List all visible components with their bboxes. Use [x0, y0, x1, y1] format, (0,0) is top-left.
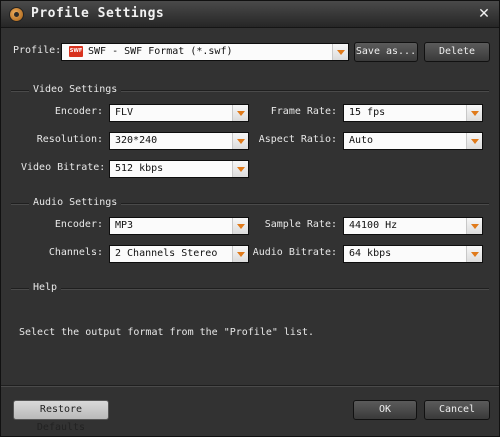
- audio-encoder-select[interactable]: MP3: [109, 217, 249, 235]
- frame-rate-select[interactable]: 15 fps: [343, 104, 483, 122]
- resolution-label: Resolution:: [36, 134, 103, 145]
- resolution-value: 320*240: [115, 135, 158, 146]
- footer-divider: [1, 385, 499, 387]
- aspect-ratio-value: Auto: [349, 135, 374, 146]
- profile-select-value: SWF - SWF Format (*.swf): [88, 46, 233, 57]
- video-settings-title: Video Settings: [29, 84, 122, 95]
- audio-encoder-value: MP3: [115, 220, 134, 231]
- video-bitrate-label: Video Bitrate:: [21, 162, 106, 173]
- ok-button[interactable]: OK: [353, 400, 417, 420]
- audio-encoder-label: Encoder:: [54, 219, 103, 230]
- sample-rate-value: 44100 Hz: [349, 220, 398, 231]
- help-text: Select the output format from the "Profi…: [19, 327, 315, 338]
- chevron-down-icon[interactable]: [466, 105, 482, 121]
- close-icon[interactable]: ✕: [475, 5, 493, 23]
- help-title: Help: [29, 282, 62, 293]
- audio-bitrate-select[interactable]: 64 kbps: [343, 245, 483, 263]
- sample-rate-select[interactable]: 44100 Hz: [343, 217, 483, 235]
- video-bitrate-select[interactable]: 512 kbps: [109, 160, 249, 178]
- channels-select[interactable]: 2 Channels Stereo: [109, 245, 249, 263]
- chevron-down-icon[interactable]: [232, 105, 248, 121]
- channels-label: Channels:: [48, 247, 103, 258]
- aspect-ratio-label: Aspect Ratio:: [258, 134, 337, 145]
- profile-settings-window: Profile Settings ✕ Profile: SWF SWF - SW…: [0, 0, 500, 437]
- chevron-down-icon[interactable]: [232, 246, 248, 262]
- profile-label: Profile:: [13, 45, 62, 56]
- aspect-ratio-select[interactable]: Auto: [343, 132, 483, 150]
- video-bitrate-value: 512 kbps: [115, 163, 164, 174]
- restore-defaults-button[interactable]: Restore Defaults: [13, 400, 109, 433]
- audio-settings-title: Audio Settings: [29, 197, 122, 208]
- app-logo-icon: [9, 7, 24, 22]
- video-encoder-value: FLV: [115, 107, 134, 118]
- profile-select[interactable]: SWF SWF - SWF Format (*.swf): [61, 43, 349, 61]
- chevron-down-icon[interactable]: [232, 133, 248, 149]
- delete-button[interactable]: Delete: [424, 42, 490, 62]
- chevron-down-icon[interactable]: [466, 218, 482, 234]
- video-encoder-label: Encoder:: [54, 106, 103, 117]
- audio-bitrate-value: 64 kbps: [349, 248, 392, 259]
- save-as-button[interactable]: Save as...: [354, 42, 418, 62]
- window-title: Profile Settings: [31, 6, 165, 21]
- frame-rate-value: 15 fps: [349, 107, 386, 118]
- title-bar[interactable]: Profile Settings ✕: [1, 1, 499, 28]
- frame-rate-label: Frame Rate:: [270, 106, 337, 117]
- video-encoder-select[interactable]: FLV: [109, 104, 249, 122]
- chevron-down-icon[interactable]: [332, 44, 348, 60]
- chevron-down-icon[interactable]: [232, 161, 248, 177]
- sample-rate-label: Sample Rate:: [264, 219, 337, 230]
- audio-bitrate-label: Audio Bitrate:: [252, 247, 337, 258]
- swf-format-icon: SWF: [69, 46, 83, 57]
- cancel-button[interactable]: Cancel: [424, 400, 490, 420]
- chevron-down-icon[interactable]: [466, 246, 482, 262]
- help-section-divider: [11, 288, 489, 290]
- chevron-down-icon[interactable]: [232, 218, 248, 234]
- resolution-select[interactable]: 320*240: [109, 132, 249, 150]
- channels-value: 2 Channels Stereo: [115, 248, 218, 259]
- chevron-down-icon[interactable]: [466, 133, 482, 149]
